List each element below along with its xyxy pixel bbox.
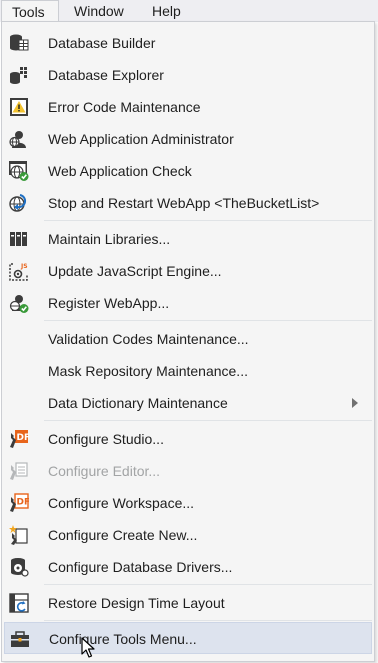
menu-item-configure-studio[interactable]: DF Configure Studio... [4,423,372,455]
tools-dropdown-menu: Database Builder Database Explorer Error… [1,21,375,662]
menu-item-label: Register WebApp... [48,295,170,311]
menu-separator [44,320,372,321]
menu-item-label: Maintain Libraries... [48,231,171,247]
toolbox-icon [11,631,29,647]
menu-separator [44,620,372,621]
menu-item-data-dictionary-maintenance[interactable]: Data Dictionary Maintenance [4,387,372,419]
warning-icon [10,98,28,116]
submenu-arrow-icon [352,398,358,408]
restore-layout-icon [9,593,29,613]
menu-window-label: Window [74,3,124,19]
menu-item-label: Configure Workspace... [48,495,195,511]
svg-text:DF: DF [17,498,30,508]
database-builder-icon [10,34,29,51]
menu-separator [44,420,372,421]
svg-text:JS: JS [20,263,28,270]
restart-webapp-icon [9,194,27,212]
menu-separator [44,220,372,221]
menu-tools-label: Tools [12,4,45,20]
menu-item-web-application-check[interactable]: Web Application Check [4,155,372,187]
menu-item-restore-design-time-layout[interactable]: Restore Design Time Layout [4,587,372,619]
menu-item-stop-and-restart-webapp[interactable]: Stop and Restart WebApp <TheBucketList> [4,187,372,219]
menu-item-update-javascript-engine[interactable]: JS Update JavaScript Engine... [4,255,372,287]
menu-item-configure-create-new[interactable]: Configure Create New... [4,519,372,551]
menu-item-configure-workspace[interactable]: DF Configure Workspace... [4,487,372,519]
menu-item-label: Validation Codes Maintenance... [48,331,249,347]
menu-item-label: Configure Studio... [48,431,164,447]
menu-item-label: Database Builder [48,35,156,51]
menu-item-label: Configure Editor... [48,463,161,479]
menu-item-label: Error Code Maintenance [48,99,201,115]
menu-item-configure-tools-menu[interactable]: Configure Tools Menu... [4,622,372,654]
database-explorer-icon [10,67,27,84]
menu-item-label: Configure Tools Menu... [49,631,197,647]
menu-window[interactable]: Window [64,0,142,22]
configure-studio-icon: DF [10,430,30,448]
configure-editor-icon [10,462,28,480]
svg-text:DF: DF [17,433,30,443]
menu-item-register-webapp[interactable]: Register WebApp... [4,287,372,319]
mouse-cursor-icon [81,637,95,658]
menu-item-label: Web Application Check [48,163,192,179]
menu-item-label: Database Explorer [48,67,164,83]
menu-item-label: Restore Design Time Layout [48,595,225,611]
menu-item-label: Update JavaScript Engine... [48,263,222,279]
database-drivers-icon [11,558,29,577]
menu-separator [44,584,372,585]
menu-item-validation-codes-maintenance[interactable]: Validation Codes Maintenance... [4,323,372,355]
menu-bar: Tools Window Help [0,0,378,22]
menu-item-configure-editor: Configure Editor... [4,455,372,487]
menu-item-maintain-libraries[interactable]: Maintain Libraries... [4,223,372,255]
libraries-icon [10,232,27,246]
menu-item-database-explorer[interactable]: Database Explorer [4,59,372,91]
javascript-engine-icon: JS [9,263,28,281]
menu-item-error-code-maintenance[interactable]: Error Code Maintenance [4,91,372,123]
menu-help[interactable]: Help [142,0,198,22]
web-admin-icon [9,131,26,148]
configure-workspace-icon: DF [10,493,30,512]
menu-item-web-application-administrator[interactable]: Web Application Administrator [4,123,372,155]
configure-create-new-icon [9,525,28,545]
menu-item-label: Data Dictionary Maintenance [48,395,228,411]
menu-item-configure-database-drivers[interactable]: Configure Database Drivers... [4,551,372,583]
menu-item-label: Mask Repository Maintenance... [48,363,248,379]
menu-tools[interactable]: Tools [1,0,59,22]
register-webapp-icon [9,295,29,313]
web-check-icon [9,161,29,181]
menu-item-database-builder[interactable]: Database Builder [4,27,372,59]
menu-item-label: Web Application Administrator [48,131,234,147]
menu-item-label: Configure Database Drivers... [48,559,233,575]
menu-item-mask-repository-maintenance[interactable]: Mask Repository Maintenance... [4,355,372,387]
menu-help-label: Help [152,3,181,19]
menu-item-label: Stop and Restart WebApp <TheBucketList> [48,195,320,211]
menu-item-label: Configure Create New... [48,527,198,543]
